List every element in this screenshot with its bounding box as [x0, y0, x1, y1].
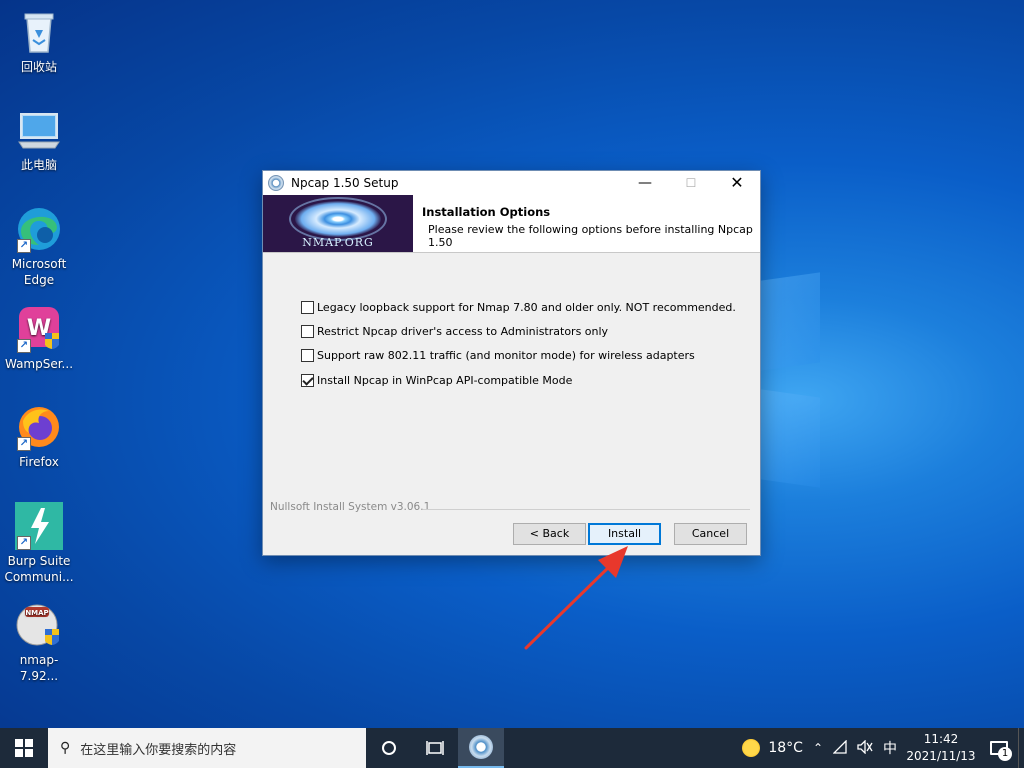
firefox-icon: ↗ — [15, 403, 63, 451]
checkbox-checked[interactable] — [301, 374, 314, 387]
option-legacy-loopback[interactable]: Legacy loopback support for Nmap 7.80 an… — [301, 301, 736, 314]
npcap-app-icon — [268, 175, 284, 191]
option-label: Install Npcap in WinPcap API-compatible … — [317, 374, 573, 387]
taskbar: ⚲ 在这里输入你要搜索的内容 18°C ⌃ 中 11:42 2021/11/13 — [0, 728, 1024, 768]
option-restrict-admin[interactable]: Restrict Npcap driver's access to Admini… — [301, 325, 608, 338]
clock-date: 2021/11/13 — [906, 749, 976, 763]
show-desktop-button[interactable] — [1018, 728, 1024, 768]
burp-suite-icon: ↗ — [15, 502, 63, 550]
header-subtitle: Please review the following options befo… — [428, 223, 753, 249]
edge-icon: ↗ — [15, 205, 63, 253]
notification-badge: 1 — [998, 747, 1012, 761]
task-view-icon — [426, 741, 444, 755]
option-raw-80211[interactable]: Support raw 802.11 traffic (and monitor … — [301, 349, 695, 362]
divider — [423, 509, 750, 510]
weather-temperature: 18°C — [768, 740, 803, 756]
cortana-button[interactable] — [366, 728, 412, 768]
back-button[interactable]: < Back — [513, 523, 586, 545]
nmap-installer-icon: NMAP — [15, 601, 63, 649]
recycle-bin-icon — [15, 8, 63, 56]
close-button[interactable]: ✕ — [714, 171, 760, 195]
minimize-button[interactable]: — — [622, 171, 668, 195]
desktop-icon-label: Microsoft Edge — [11, 257, 67, 287]
header-title: Installation Options — [422, 205, 551, 219]
shortcut-arrow-icon: ↗ — [17, 339, 31, 353]
wizard-header: NMAP.ORG Installation Options Please rev… — [263, 195, 760, 253]
desktop-icon-label: WampSer... — [4, 357, 74, 371]
desktop-icon-label: nmap-7.92... — [19, 653, 59, 683]
npcap-setup-icon — [469, 735, 493, 759]
maximize-button[interactable]: ☐ — [668, 171, 714, 195]
shortcut-arrow-icon: ↗ — [17, 239, 31, 253]
shortcut-arrow-icon: ↗ — [17, 437, 31, 451]
taskbar-search-box[interactable]: ⚲ 在这里输入你要搜索的内容 — [48, 728, 366, 768]
nmap-banner-image: NMAP.ORG — [263, 195, 413, 252]
desktop-icon-label: 此电脑 — [20, 158, 57, 172]
banner-label: NMAP.ORG — [302, 236, 374, 249]
wampserver-icon: W ↗ — [15, 305, 63, 353]
installer-branding: Nullsoft Install System v3.06.1 — [270, 501, 431, 513]
checkbox[interactable] — [301, 349, 314, 362]
option-label: Legacy loopback support for Nmap 7.80 an… — [317, 301, 736, 314]
tray-overflow-chevron-icon[interactable]: ⌃ — [808, 741, 828, 755]
task-view-button[interactable] — [412, 728, 458, 768]
desktop-icon-this-pc[interactable]: 此电脑 — [2, 106, 76, 173]
desktop-icon-edge[interactable]: ↗ Microsoft Edge — [2, 205, 76, 288]
taskbar-app-npcap-setup[interactable] — [458, 728, 504, 768]
window-title: Npcap 1.50 Setup — [291, 176, 399, 190]
weather-widget[interactable]: 18°C — [737, 739, 808, 757]
title-bar[interactable]: Npcap 1.50 Setup — ☐ ✕ — [263, 171, 760, 195]
this-pc-icon — [15, 106, 63, 154]
system-tray: 18°C ⌃ 中 11:42 2021/11/13 1 — [737, 728, 1024, 768]
annotation-arrow-icon — [524, 546, 628, 650]
network-icon[interactable] — [828, 738, 852, 757]
option-label: Support raw 802.11 traffic (and monitor … — [317, 349, 695, 362]
ime-indicator[interactable]: 中 — [878, 738, 902, 758]
desktop-icon-firefox[interactable]: ↗ Firefox — [2, 403, 76, 470]
checkbox[interactable] — [301, 325, 314, 338]
option-label: Restrict Npcap driver's access to Admini… — [317, 325, 609, 338]
action-center-button[interactable]: 1 — [980, 728, 1018, 768]
volume-icon[interactable] — [852, 738, 878, 757]
nmap-eye-icon — [295, 201, 381, 237]
desktop-icon-recycle-bin[interactable]: 回收站 — [2, 8, 76, 75]
desktop-icon-wampserver[interactable]: W ↗ WampSer... — [2, 305, 76, 372]
cortana-circle-icon — [382, 741, 396, 755]
desktop-icon-label: Firefox — [19, 455, 59, 469]
start-button[interactable] — [0, 728, 48, 768]
cancel-button[interactable]: Cancel — [674, 523, 747, 545]
desktop-icon-nmap-installer[interactable]: NMAP nmap-7.92... — [2, 601, 76, 684]
search-placeholder: 在这里输入你要搜索的内容 — [80, 742, 237, 758]
svg-text:NMAP: NMAP — [25, 609, 48, 617]
shortcut-arrow-icon: ↗ — [17, 536, 31, 550]
clock[interactable]: 11:42 2021/11/13 — [902, 731, 980, 765]
desktop-icon-label: 回收站 — [20, 60, 57, 74]
desktop-icon-burp-suite[interactable]: ↗ Burp Suite Communi... — [2, 502, 76, 585]
wizard-body: Legacy loopback support for Nmap 7.80 an… — [263, 254, 760, 554]
clock-time: 11:42 — [923, 732, 959, 746]
install-button[interactable]: Install — [588, 523, 661, 545]
sun-icon — [742, 739, 761, 757]
checkbox[interactable] — [301, 301, 314, 314]
npcap-setup-dialog: Npcap 1.50 Setup — ☐ ✕ NMAP.ORG Installa… — [262, 170, 761, 556]
option-winpcap-compatible[interactable]: Install Npcap in WinPcap API-compatible … — [301, 374, 572, 387]
search-icon: ⚲ — [60, 740, 71, 756]
desktop-icon-label: Burp Suite Communi... — [4, 554, 74, 584]
windows-start-icon — [15, 739, 33, 757]
